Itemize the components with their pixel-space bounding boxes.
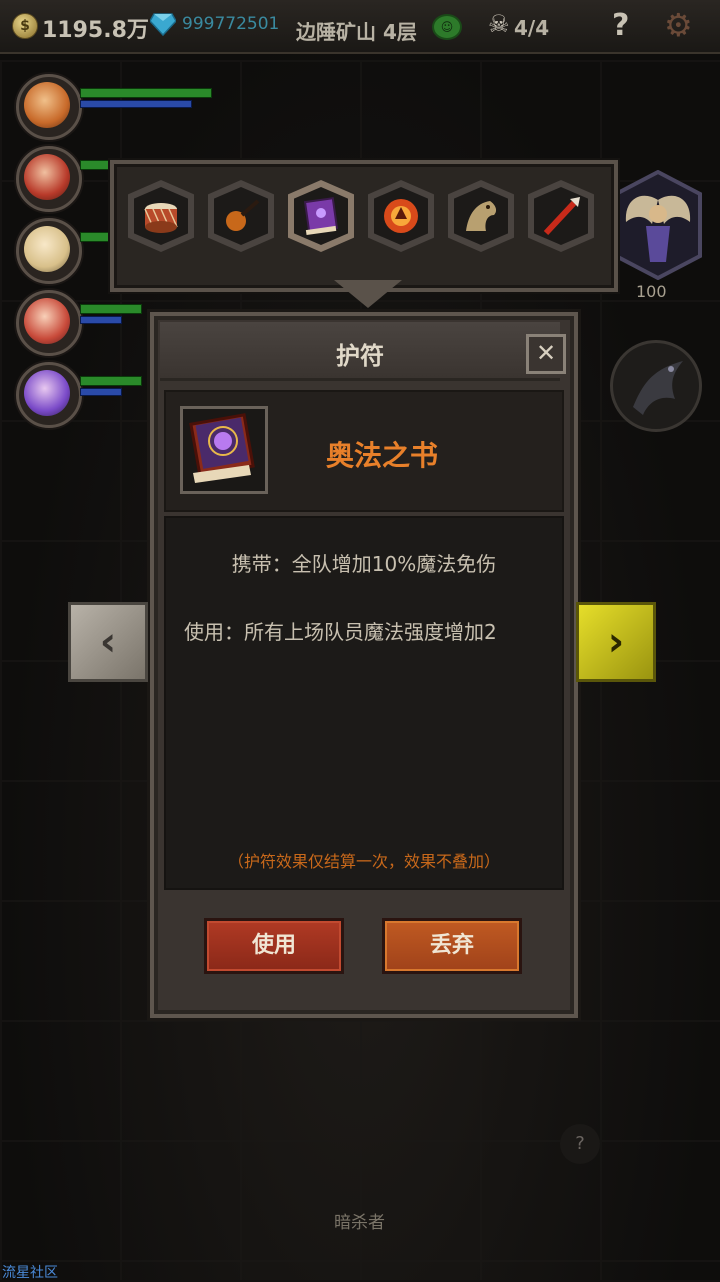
gold-amount: 1195.8万 [42, 18, 149, 43]
amulet-slot-orb[interactable] [368, 180, 434, 252]
health-bar [80, 376, 142, 386]
amulet-selector [110, 160, 618, 308]
dialog-header: 护符 ✕ [160, 322, 566, 381]
amulet-slot-drum[interactable] [128, 180, 194, 252]
amulet-slot-pipe[interactable] [208, 180, 274, 252]
item-info-panel: 奥法之书 [164, 390, 564, 512]
health-bar [80, 304, 142, 314]
slot-inner [374, 187, 428, 245]
mana-bar [80, 388, 122, 396]
gear-icon[interactable]: ⚙ [664, 6, 693, 44]
use-effect-text: 使用：所有上场队员魔法强度增加2 [184, 620, 497, 644]
carry-effect-text: 携带：全队增加10%魔法免伤 [231, 552, 497, 576]
dialog-title: 护符 [336, 342, 384, 370]
use-button[interactable]: 使用 [204, 918, 344, 974]
hero-portrait [24, 226, 70, 272]
raven-icon[interactable] [610, 340, 702, 432]
arcane-book-icon [189, 413, 255, 483]
hint-marker[interactable]: ? [560, 1124, 600, 1164]
next-amulet-button[interactable]: › [576, 602, 656, 682]
help-icon[interactable]: ? [612, 8, 629, 43]
health-bar [80, 232, 112, 242]
top-status-bar: $ 1195.8万 999772501 边陲矿山 4层 ☺ ☠ 4/4 ? ⚙ [0, 0, 720, 54]
item-description-panel: 携带：全队增加10%魔法免伤 使用：所有上场队员魔法强度增加2 （护符效果仅结算… [164, 516, 564, 890]
hero-portrait [24, 154, 70, 200]
slot-inner [454, 187, 508, 245]
stacking-note: （护符效果仅结算一次，效果不叠加） [227, 852, 500, 871]
item-icon-frame [180, 406, 268, 494]
watermark: 流星社区 [2, 1265, 58, 1281]
fire-arrow-icon [543, 197, 580, 236]
enemy-name-label: 暗杀者 [334, 1213, 385, 1233]
smoking-pipe-icon [226, 199, 260, 231]
location-label: 边陲矿山 4层 [296, 20, 417, 44]
hero-portrait [24, 298, 70, 344]
health-bar [80, 160, 112, 170]
close-button[interactable]: ✕ [526, 334, 566, 374]
health-bar [80, 88, 212, 98]
hero-portrait [24, 82, 70, 128]
arcane-book-icon [303, 197, 339, 236]
drum-icon [144, 203, 178, 233]
selector-pointer [334, 280, 402, 308]
diamond-icon [150, 13, 176, 36]
party-member[interactable] [10, 70, 230, 140]
slot-inner [214, 187, 268, 245]
coin-icon: $ [12, 13, 38, 39]
slot-inner [534, 187, 588, 245]
amulet-slot-arrow[interactable] [528, 180, 594, 252]
hero-portrait [24, 370, 70, 416]
angel-badge-icon[interactable] [612, 170, 704, 280]
mana-bar [80, 100, 192, 108]
raven-shape [633, 361, 683, 415]
mana-bar [80, 316, 122, 324]
slot-inner [294, 187, 348, 245]
amulet-slot-griffin[interactable] [448, 180, 514, 252]
previous-amulet-button[interactable]: ‹ [68, 602, 148, 682]
griffin-head-icon [466, 201, 497, 231]
face-icon[interactable]: ☺ [432, 14, 462, 40]
phoenix-orb-icon [384, 199, 418, 233]
skull-count: 4/4 [514, 16, 550, 40]
slot-inner [134, 187, 188, 245]
angel-level: 100 [636, 282, 667, 301]
discard-button[interactable]: 丢弃 [382, 918, 522, 974]
gem-amount: 999772501 [182, 14, 280, 34]
item-name: 奥法之书 [326, 439, 439, 472]
amulet-slot-book[interactable] [288, 180, 354, 252]
skull-icon: ☠ [488, 10, 510, 38]
amulet-dialog: 护符 ✕ 奥法之书 携带：全队增加10%魔法免伤 使用：所有上场队员魔法强度增加… [150, 312, 578, 1018]
